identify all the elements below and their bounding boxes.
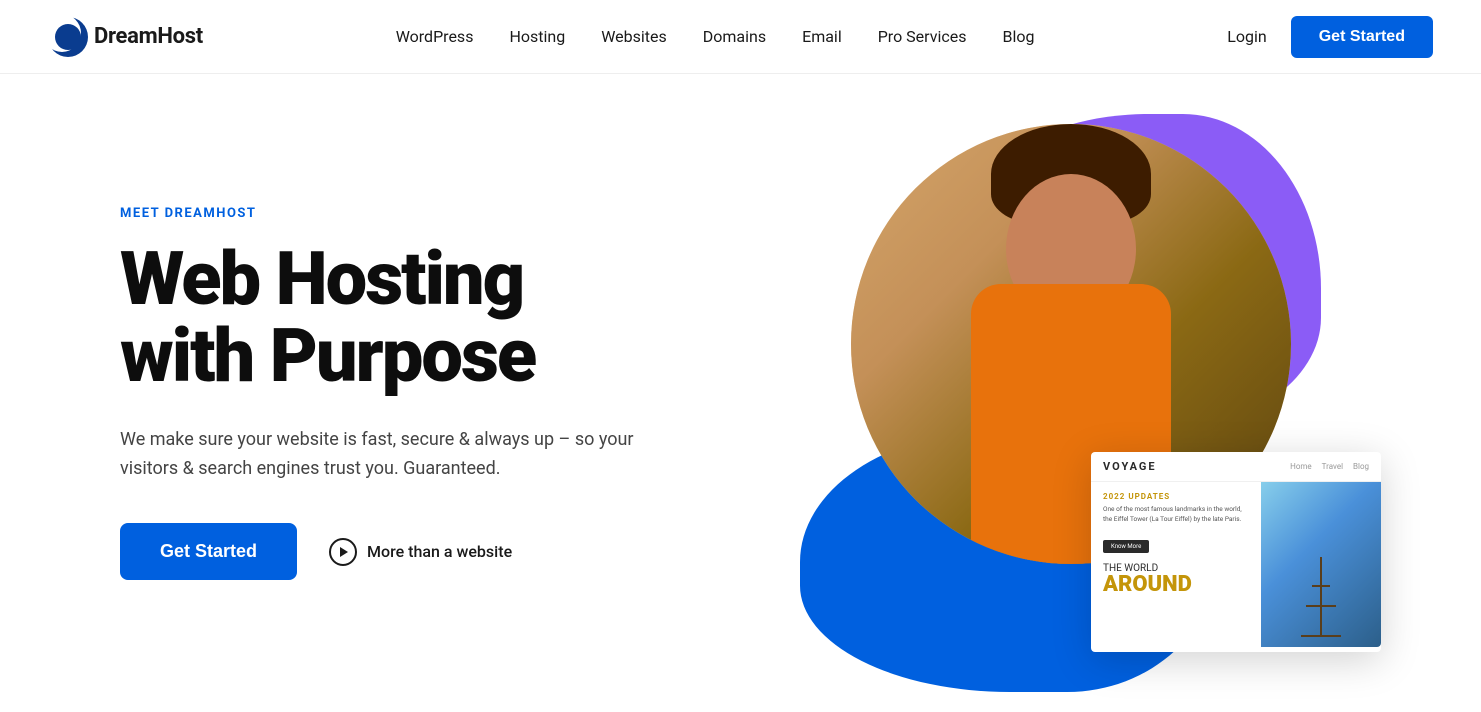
card-logo: VOYAGE	[1103, 460, 1157, 473]
card-know-more[interactable]: Know More	[1103, 540, 1149, 553]
card-text: 2022 UPDATES One of the most famous land…	[1091, 482, 1261, 647]
hero-secondary-label: More than a website	[367, 542, 512, 561]
nav-actions: Login Get Started	[1227, 16, 1433, 58]
brand-name: DreamHost	[94, 24, 203, 49]
eiffel-base	[1301, 635, 1341, 637]
nav-blog[interactable]: Blog	[1002, 27, 1034, 46]
card-body-text: One of the most famous landmarks in the …	[1103, 505, 1249, 525]
logo-icon	[48, 17, 88, 57]
hero-title: Web Hosting with Purpose	[120, 241, 740, 396]
hero-buttons: Get Started More than a website	[120, 523, 740, 580]
card-nav-home: Home	[1290, 462, 1312, 471]
hero-content: MEET DREAMHOST Web Hosting with Purpose …	[120, 206, 740, 581]
login-link[interactable]: Login	[1227, 27, 1266, 46]
card-world: THE WORLD AROUND	[1103, 563, 1249, 596]
nav-websites[interactable]: Websites	[601, 27, 667, 46]
card-update-label: 2022 UPDATES	[1103, 492, 1249, 501]
website-card: VOYAGE Home Travel Blog 2022 UPDATES One…	[1091, 452, 1381, 652]
hero-visual: VOYAGE Home Travel Blog 2022 UPDATES One…	[740, 74, 1401, 712]
card-world-around: AROUND	[1103, 574, 1249, 596]
nav-get-started-button[interactable]: Get Started	[1291, 16, 1433, 58]
card-nav-blog: Blog	[1353, 462, 1369, 471]
hero-description: We make sure your website is fast, secur…	[120, 426, 660, 484]
eiffel-body	[1320, 557, 1322, 637]
hero-eyebrow: MEET DREAMHOST	[120, 206, 740, 221]
logo[interactable]: DreamHost	[48, 17, 203, 57]
eiffel-mid	[1306, 605, 1336, 607]
eiffel-top	[1312, 585, 1330, 587]
eiffel-tower	[1296, 547, 1346, 637]
nav-pro-services[interactable]: Pro Services	[878, 27, 967, 46]
hero-section: MEET DREAMHOST Web Hosting with Purpose …	[0, 74, 1481, 712]
nav-email[interactable]: Email	[802, 27, 842, 46]
main-nav: DreamHost WordPress Hosting Websites Dom…	[0, 0, 1481, 74]
nav-hosting[interactable]: Hosting	[509, 27, 565, 46]
hero-secondary-button[interactable]: More than a website	[329, 538, 512, 566]
card-image	[1261, 482, 1381, 647]
card-header: VOYAGE Home Travel Blog	[1091, 452, 1381, 482]
card-nav: Home Travel Blog	[1290, 462, 1369, 471]
nav-links: WordPress Hosting Websites Domains Email…	[396, 27, 1035, 46]
nav-domains[interactable]: Domains	[703, 27, 766, 46]
card-nav-travel: Travel	[1322, 462, 1343, 471]
card-body: 2022 UPDATES One of the most famous land…	[1091, 482, 1381, 647]
hero-title-line1: Web Hosting	[120, 236, 523, 323]
hero-title-line2: with Purpose	[120, 313, 535, 400]
hero-get-started-button[interactable]: Get Started	[120, 523, 297, 580]
play-icon	[329, 538, 357, 566]
nav-wordpress[interactable]: WordPress	[396, 27, 474, 46]
